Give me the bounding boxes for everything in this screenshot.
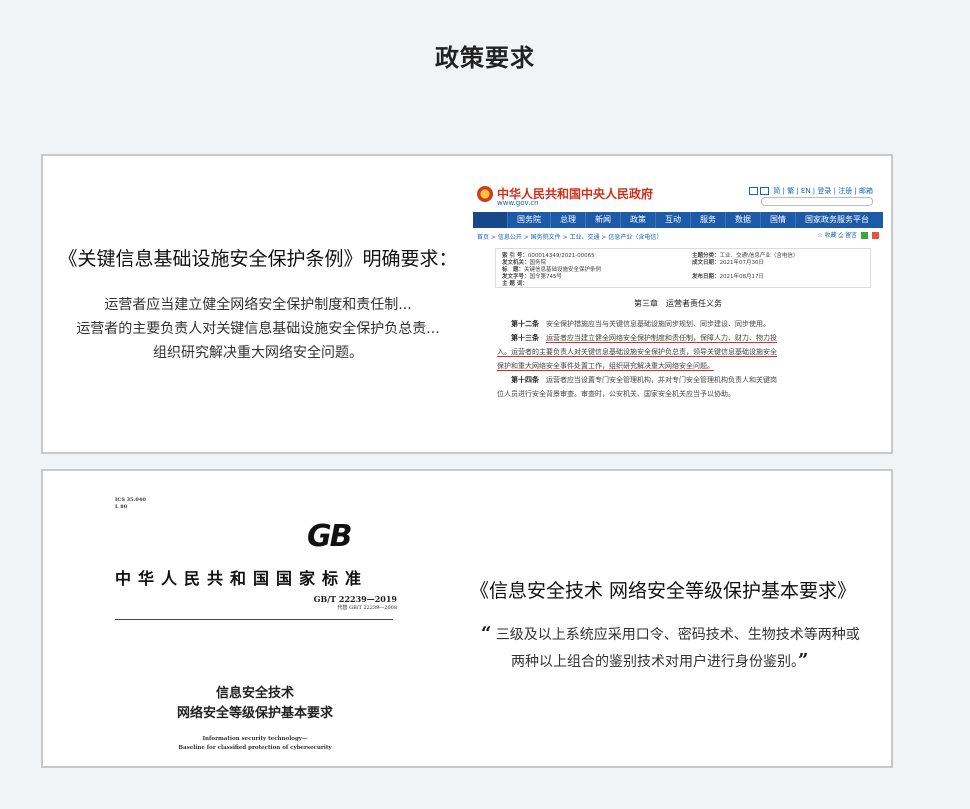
meta-row: 索 引 号：000014349/2021-00065 [502, 253, 595, 259]
gov-nav-item: 总理 [550, 212, 585, 228]
gb-classification: ICS 35.040 L 80 [115, 497, 146, 510]
standard-summary: 《信息安全技术 网络安全等级保护基本要求》 “ 三级及以上系统应采用口令、密码技… [463, 576, 863, 675]
regulation-heading: 《关键信息基础设施安全保护条例》明确要求： [58, 248, 458, 270]
meta-row: 成文日期：2021年07月30日 [692, 260, 765, 266]
meta-row [692, 267, 798, 274]
mobile-icon [760, 187, 770, 195]
gov-cn-screenshot: 中华人民共和国中央人民政府 www.gov.cn 简 | 繁 | EN | 登录… [473, 180, 883, 432]
gb-title-en: Information security technology— Baselin… [178, 736, 332, 751]
gov-nav-item: 政策 [620, 212, 655, 228]
gb-divider [115, 619, 393, 620]
gb-logo-icon: GB [307, 519, 352, 554]
gov-nav-item: 新闻 [585, 212, 620, 228]
gov-nav-item: 数据 [725, 212, 760, 228]
gov-share-text: ☆ 收藏 ⎙ 留言 [817, 232, 858, 239]
standard-heading: 《信息安全技术 网络安全等级保护基本要求》 [469, 580, 857, 602]
policy-card-ciio-regulation: 《关键信息基础设施安全保护条例》明确要求： 运营者应当建立健全网络安全保护制度和… [41, 154, 893, 454]
home-icon [473, 212, 507, 228]
meta-row: 发布日期：2021年08月17日 [692, 274, 765, 280]
quote-line: 三级及以上系统应采用口令、密码技术、生物技术等两种或 [495, 627, 860, 643]
gb-standard-name: 中华人民共和国国家标准 [115, 569, 369, 588]
meta-right-col: 主题分类：工业、交通\信息产业（含电信） 成文日期：2021年07月30日 发布… [692, 253, 798, 281]
meta-row: 主 题 词： [502, 281, 528, 287]
meta-row: 主题分类：工业、交通\信息产业（含电信） [692, 253, 799, 259]
gov-nav-bar: 国务院 总理 新闻 政策 互动 服务 数据 国情 国家政务服务平台 [473, 212, 883, 228]
quote-open-mark: “ [481, 623, 492, 644]
meta-row: 发文机关：国务院 [502, 260, 547, 266]
gb-standard-cover: ICS 35.040 L 80 GB 中华人民共和国国家标准 GB/T 2223… [105, 489, 405, 754]
gov-nav-item: 互动 [655, 212, 690, 228]
gb-title-zh: 信息安全技术 网络安全等级保护基本要求 [176, 686, 333, 721]
gov-nav-item: 国家政务服务平台 [795, 212, 878, 228]
gb-standard-code: GB/T 22239—2019 代替 GB/T 22239—2008 [313, 594, 397, 612]
regulation-line: 运营者应当建立健全网络安全保护制度和责任制... [104, 297, 412, 313]
national-emblem-icon [477, 186, 493, 202]
mail-icon [749, 187, 759, 195]
quote-close-mark: ” [798, 650, 809, 671]
gov-document-meta: 索 引 号：000014349/2021-00065 发文机关：国务院 标 题：… [495, 248, 871, 288]
wechat-icon [861, 232, 869, 239]
weibo-icon [872, 232, 879, 239]
meta-row: 标 题：关键信息基础设施安全保护条例 [502, 267, 602, 273]
article-13: 第十三条 运营者应当建立健全网络安全保护制度和责任制，保障人力、财力、物力投 [511, 333, 777, 342]
article-14: 第十四条 运营者应当设置专门安全管理机构，并对专门安全管理机构负责人和关键岗 [511, 375, 777, 384]
article-13-cont: 入。运营者的主要负责人对关键信息基础设施安全保护负总责，领导关键信息基础设施安全 [497, 348, 777, 356]
article-13-cont: 保护和重大网络安全事件处置工作，组织研究解决重大网络安全问题。 [497, 362, 714, 370]
policy-card-mlps-standard: ICS 35.040 L 80 GB 中华人民共和国国家标准 GB/T 2223… [41, 469, 893, 768]
standard-quote: “ 三级及以上系统应采用口令、密码技术、生物技术等两种或 两种以上组合的鉴别技术… [463, 621, 863, 675]
meta-row: 发文字号：国令第745号 [502, 274, 563, 280]
article-12: 第十二条 安全保护措施应当与关键信息基础设施同步规划、同步建设、同步使用。 [511, 319, 770, 328]
article-body: 第十二条 安全保护措施应当与关键信息基础设施同步规划、同步建设、同步使用。 第十… [497, 317, 869, 401]
regulation-summary: 《关键信息基础设施安全保护条例》明确要求： 运营者应当建立健全网络安全保护制度和… [43, 244, 473, 365]
regulation-line: 组织研究解决重大网络安全问题。 [153, 345, 363, 361]
gov-nav-item: 服务 [690, 212, 725, 228]
gov-search-input [761, 197, 873, 206]
gov-nav-item: 国情 [760, 212, 795, 228]
gov-breadcrumb-text: 首页 > 信息公开 > 国务院文件 > 工业、交通 > 信息产业（含电信） [477, 234, 663, 241]
gov-nav-item: 国务院 [507, 212, 550, 228]
gov-tool-links: 简 | 繁 | EN | 登录 | 注册 | 邮箱 [773, 187, 873, 195]
regulation-line: 运营者的主要负责人对关键信息基础设施安全保护负总责... [76, 321, 440, 337]
gov-breadcrumb: 首页 > 信息公开 > 国务院文件 > 工业、交通 > 信息产业（含电信） ☆ … [473, 228, 883, 244]
page-title: 政策要求 [435, 44, 535, 72]
gov-toolbar: 简 | 繁 | EN | 登录 | 注册 | 邮箱 [749, 186, 873, 196]
quote-line: 两种以上组合的鉴别技术对用户进行身份鉴别。 [511, 654, 798, 670]
article-14-cont: 位人员进行安全背景审查。审查时，公安机关、国家安全机关应当予以协助。 [497, 390, 735, 398]
meta-left-col: 索 引 号：000014349/2021-00065 发文机关：国务院 标 题：… [502, 253, 601, 288]
chapter-title: 第三章 运营者责任义务 [634, 299, 722, 308]
gov-share-tools: ☆ 收藏 ⎙ 留言 [817, 230, 879, 240]
gov-domain: www.gov.cn [497, 199, 539, 207]
gov-header: 中华人民共和国中央人民政府 www.gov.cn 简 | 繁 | EN | 登录… [473, 180, 883, 210]
